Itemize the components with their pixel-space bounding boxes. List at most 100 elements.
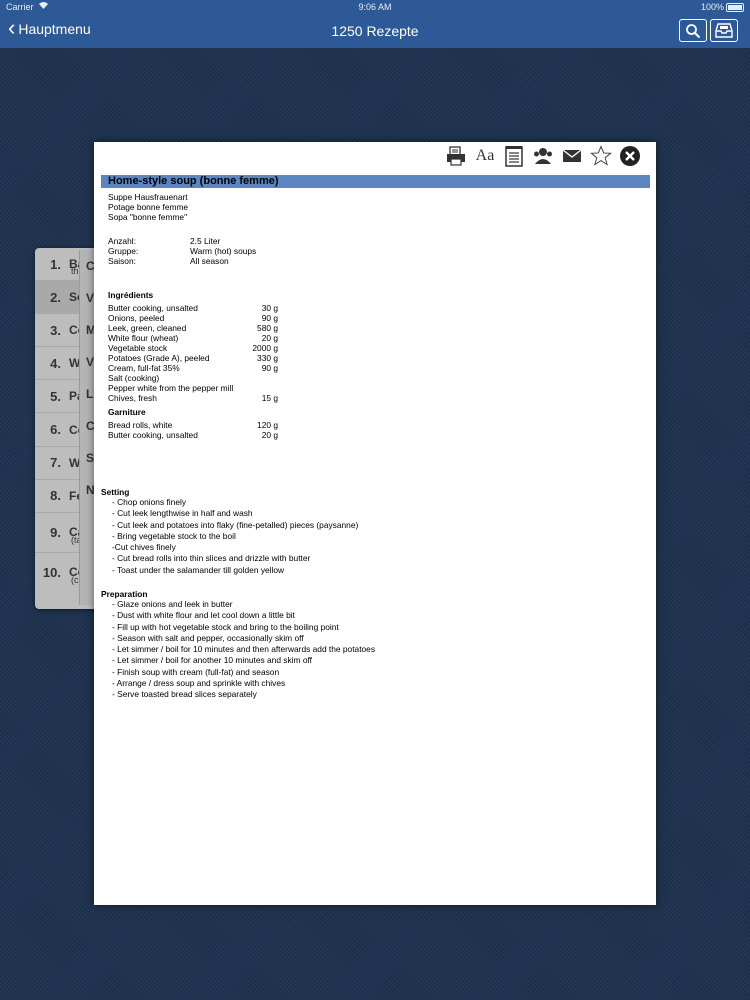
print-icon: [447, 146, 465, 166]
list-number: 4.: [50, 355, 61, 371]
list-number: 6.: [50, 422, 61, 438]
ingredient-qty: 20 g: [261, 430, 278, 440]
setting-step: - Cut leek lengthwise in half and wash: [112, 508, 253, 519]
preparation-step: - Serve toasted bread slices separately: [112, 689, 257, 700]
inbox-button[interactable]: [710, 19, 738, 42]
list-number: 8.: [50, 488, 61, 504]
close-button[interactable]: [618, 144, 642, 168]
list-item-subtext: th: [71, 266, 79, 276]
list-item-subtext: (c: [71, 574, 79, 585]
recipe-title: Home-style soup (bonne femme): [101, 175, 650, 188]
ingredient-row: Butter cooking, unsalted 20 g: [108, 430, 278, 440]
ingredient-name: Vegetable stock: [108, 343, 168, 353]
people-icon: [534, 148, 552, 164]
ingredient-row: Onions, peeled 90 g: [108, 313, 278, 323]
ingredient-row: Vegetable stock 2000 g: [108, 343, 278, 353]
preparation-step: - Arrange / dress soup and sprinkle with…: [112, 678, 286, 689]
preparation-step: - Let simmer / boil for 10 minutes and t…: [112, 644, 376, 655]
ingredients-heading: Ingrédients: [108, 290, 154, 300]
favorite-button[interactable]: [589, 144, 613, 168]
list-number: 5.: [50, 388, 61, 404]
ingredient-name: Salt (cooking): [108, 373, 160, 383]
ingredient-row: Pepper white from the pepper mill: [108, 383, 278, 393]
ingredient-name: Onions, peeled: [108, 313, 165, 323]
ingredient-name: Butter cooking, unsalted: [108, 430, 198, 440]
ingredient-row: Potatoes (Grade A), peeled 330 g: [108, 353, 278, 363]
meta-key: Saison:: [108, 256, 136, 266]
setting-step: - Chop onions finely: [112, 497, 187, 507]
garniture-heading: Garniture: [108, 407, 146, 417]
preparation-step: - Dust with white flour and let cool dow…: [112, 610, 295, 621]
recipe-meta: Anzahl: 2.5 Liter Gruppe: Warm (hot) soup…: [108, 236, 256, 266]
list-number: 2.: [50, 289, 61, 305]
meta-value: Warm (hot) soups: [190, 246, 257, 256]
ingredient-name: Potatoes (Grade A), peeled: [108, 353, 210, 363]
ingredient-qty: 330 g: [257, 353, 278, 363]
ingredient-name: White flour (wheat): [108, 333, 179, 343]
mail-icon: [562, 149, 582, 162]
alias: Suppe Hausfrauenart: [108, 192, 188, 202]
meta-value: All season: [190, 256, 229, 266]
setting-section: Setting - Chop onions finely - Cut leek …: [101, 487, 358, 576]
setting-step: - Cut leek and potatoes into flaky (fine…: [112, 519, 359, 530]
font-size-button[interactable]: Aa: [473, 144, 497, 168]
ingredient-row: Salt (cooking): [108, 373, 278, 383]
ingredient-row: White flour (wheat) 20 g: [108, 333, 278, 343]
ingredient-name: Chives, fresh: [108, 393, 157, 403]
share-people-button[interactable]: [531, 144, 555, 168]
ingredient-qty: 20 g: [261, 333, 278, 343]
status-bar: Carrier 9:06 AM 100%: [0, 0, 750, 14]
setting-heading: Setting: [101, 487, 130, 497]
ingredient-name: Bread rolls, white: [108, 420, 173, 430]
nav-bar: ‹ Hauptmenu 1250 Rezepte: [0, 14, 750, 48]
inbox-icon: [715, 23, 733, 38]
garniture-section: Garniture Bread rolls, white 120 g Butter…: [108, 407, 278, 440]
search-button[interactable]: [679, 19, 707, 42]
preparation-heading: Preparation: [101, 589, 148, 599]
recipe-aliases: Suppe Hausfrauenart Potage bonne femme S…: [108, 192, 188, 222]
ingredient-name: Cream, full-fat 35%: [108, 363, 180, 373]
ingredient-name: Pepper white from the pepper mill: [108, 383, 234, 393]
ingredient-qty: 15 g: [261, 393, 278, 403]
list-number: 3.: [50, 322, 61, 338]
ingredient-qty: 120 g: [257, 420, 278, 430]
notes-button[interactable]: [502, 144, 526, 168]
battery-icon: [726, 3, 744, 12]
alias: Sopa "bonne femme": [108, 212, 188, 222]
meta-key: Anzahl:: [108, 236, 136, 246]
meta-key: Gruppe:: [108, 246, 139, 256]
list-number: 10.: [42, 564, 61, 580]
ingredient-row: Cream, full-fat 35% 90 g: [108, 363, 278, 373]
ingredient-row: Leek, green, cleaned 580 g: [108, 323, 278, 333]
preparation-step: - Let simmer / boil for another 10 minut…: [112, 655, 313, 666]
ingredient-qty: 30 g: [261, 303, 278, 313]
list-number: 9.: [50, 524, 61, 540]
clock: 9:06 AM: [358, 2, 392, 12]
ingredients-section: Ingrédients Butter cooking, unsalted 30 g…: [108, 290, 278, 403]
ingredient-qty: 2000 g: [252, 343, 278, 353]
battery-percent: 100%: [700, 2, 724, 12]
ingredient-qty: 90 g: [261, 313, 278, 323]
preparation-step: - Fill up with hot vegetable stock and b…: [112, 621, 339, 632]
print-button[interactable]: [444, 144, 468, 168]
alias: Potage bonne femme: [108, 202, 189, 212]
meta-value: 2.5 Liter: [190, 236, 221, 246]
recipe-card: Aa Home-style soup (bonne femme) Suppe H…: [94, 142, 656, 905]
list-number: 1.: [50, 256, 61, 272]
setting-step: - Toast under the salamander till golden…: [112, 564, 285, 575]
search-icon: [686, 23, 701, 38]
ingredient-row: Chives, fresh 15 g: [108, 393, 278, 403]
preparation-section: Preparation - Glaze onions and leek in b…: [101, 589, 375, 701]
ingredient-qty: 90 g: [261, 363, 278, 373]
email-button[interactable]: [560, 144, 584, 168]
setting-step: - Cut bread rolls into thin slices and d…: [112, 553, 311, 564]
recipe-toolbar: Aa: [439, 144, 642, 168]
preparation-step: - Season with salt and pepper, occasiona…: [112, 632, 304, 643]
setting-step: - Bring vegetable stock to the boil: [112, 530, 236, 541]
ingredient-name: Butter cooking, unsalted: [108, 303, 198, 313]
ingredient-row: Bread rolls, white 120 g: [108, 420, 278, 430]
list-number: 7.: [50, 455, 61, 471]
notepad-icon: [505, 146, 523, 167]
ingredient-row: Butter cooking, unsalted 30 g: [108, 303, 278, 313]
close-icon: [620, 146, 640, 166]
